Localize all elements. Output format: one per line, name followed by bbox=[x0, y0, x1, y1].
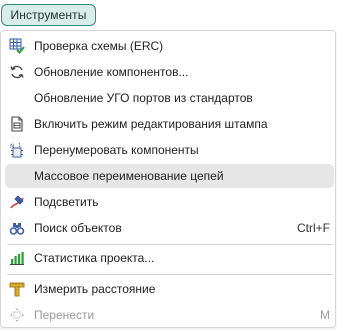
menu-item-mass-rename-nets[interactable]: Массовое переименование цепей bbox=[5, 164, 334, 188]
tools-dropdown-menu: Проверка схемы (ERC) Обновление компонен… bbox=[0, 30, 336, 328]
menu-bar: Инструменты bbox=[0, 0, 337, 30]
menu-item-project-statistics[interactable]: Статистика проекта... bbox=[5, 246, 334, 270]
menu-item-label: Обновление УГО портов из стандартов bbox=[34, 91, 253, 105]
move-icon bbox=[9, 307, 25, 323]
menu-item-label: Статистика проекта... bbox=[34, 251, 155, 265]
menu-item-search-objects[interactable]: Поиск объектов Ctrl+F bbox=[5, 216, 334, 240]
menu-item-label: Подсветить bbox=[34, 195, 99, 209]
menu-item-shortcut: Ctrl+F bbox=[297, 221, 330, 235]
menu-separator bbox=[7, 244, 333, 245]
menu-item-label: Перенести bbox=[34, 308, 95, 322]
grid-check-icon bbox=[9, 38, 25, 54]
tools-menu[interactable]: Инструменты bbox=[1, 4, 96, 26]
bar-chart-icon bbox=[9, 250, 25, 266]
ruler-icon bbox=[9, 281, 25, 297]
menu-item-label: Обновление компонентов... bbox=[34, 65, 189, 79]
menu-item-move: Перенести M bbox=[5, 303, 334, 327]
renumber-icon: N 1 bbox=[9, 142, 25, 158]
menu-item-erc-check[interactable]: Проверка схемы (ERC) bbox=[5, 34, 334, 58]
menu-item-highlight[interactable]: Подсветить bbox=[5, 190, 334, 214]
menu-item-label: Массовое переименование цепей bbox=[34, 169, 224, 183]
svg-text:1: 1 bbox=[18, 143, 21, 149]
menu-item-label: Измерить расстояние bbox=[34, 282, 156, 296]
menu-item-label: Проверка схемы (ERC) bbox=[34, 39, 164, 53]
document-edit-icon bbox=[9, 116, 25, 132]
refresh-icon bbox=[9, 64, 25, 80]
menu-item-label: Перенумеровать компоненты bbox=[34, 143, 199, 157]
menu-item-update-port-symbols[interactable]: Обновление УГО портов из стандартов bbox=[5, 86, 334, 110]
binoculars-icon bbox=[9, 220, 25, 236]
menu-item-update-components[interactable]: Обновление компонентов... bbox=[5, 60, 334, 84]
menu-item-stamp-edit-mode[interactable]: Включить режим редактирования штампа bbox=[5, 112, 334, 136]
highlighter-icon bbox=[9, 194, 25, 210]
menu-separator bbox=[7, 274, 333, 275]
menu-item-measure-distance[interactable]: Измерить расстояние bbox=[5, 277, 334, 301]
menu-item-label: Поиск объектов bbox=[34, 221, 122, 235]
menu-item-shortcut: M bbox=[320, 308, 330, 322]
menu-item-label: Включить режим редактирования штампа bbox=[34, 117, 268, 131]
menu-item-renumber-components[interactable]: N 1 Перенумеровать компоненты bbox=[5, 138, 334, 162]
